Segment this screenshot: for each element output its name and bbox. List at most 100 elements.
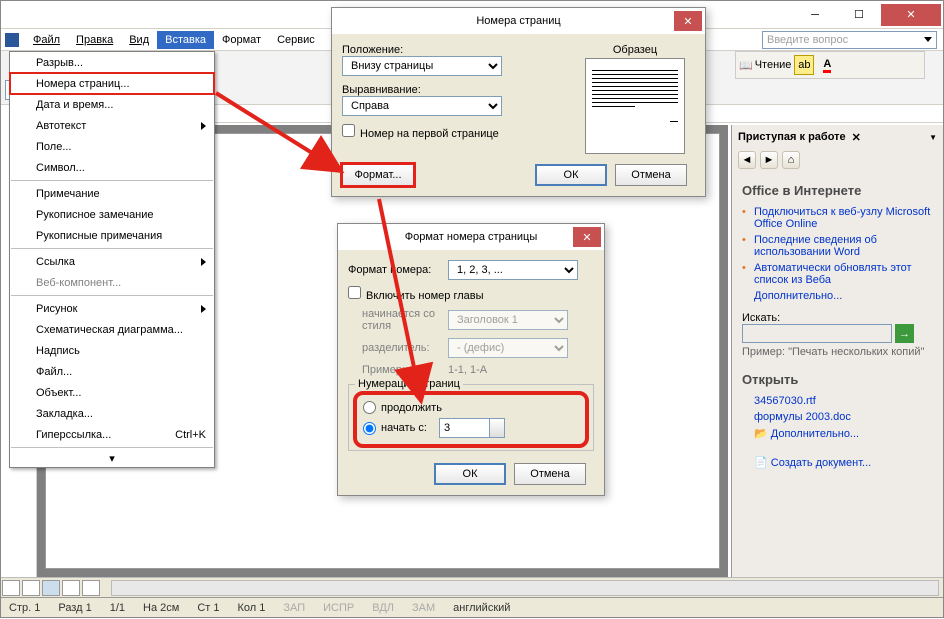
status-line: Ст 1 bbox=[197, 602, 219, 614]
startstyle-label: начинается со стиля bbox=[348, 308, 448, 332]
dialog2-title: Формат номера страницы✕ bbox=[338, 224, 604, 250]
task-pane: Приступая к работе✕ ◄ ► ⌂ Office в Интер… bbox=[731, 125, 943, 577]
tp-office-heading: Office в Интернете bbox=[742, 183, 933, 198]
menu-file[interactable]: Файл... bbox=[10, 361, 214, 382]
sample-label: Образец bbox=[575, 44, 695, 56]
first-page-checkbox[interactable] bbox=[342, 124, 355, 137]
status-ext: ВДЛ bbox=[372, 602, 394, 614]
menu-reference[interactable]: Ссылка bbox=[10, 251, 214, 272]
status-pages: 1/1 bbox=[110, 602, 125, 614]
separator-select: - (дефис) bbox=[448, 338, 568, 358]
position-select[interactable]: Внизу страницы bbox=[342, 56, 502, 76]
menu-field[interactable]: Поле... bbox=[10, 136, 214, 157]
menu-hyperlink[interactable]: Гиперссылка...Ctrl+K bbox=[10, 424, 214, 445]
tp-link-autoupdate[interactable]: Автоматически обновлять этот список из В… bbox=[742, 260, 933, 288]
status-col: Кол 1 bbox=[237, 602, 265, 614]
menu-bookmark[interactable]: Закладка... bbox=[10, 403, 214, 424]
dialog1-close[interactable]: ✕ bbox=[674, 11, 702, 31]
startfrom-radio[interactable] bbox=[363, 422, 376, 435]
menu-symbol[interactable]: Символ... bbox=[10, 157, 214, 178]
alignment-select[interactable]: Справа bbox=[342, 96, 502, 116]
help-search[interactable]: Введите вопрос bbox=[762, 31, 937, 49]
menu-file[interactable]: Файл bbox=[25, 31, 68, 49]
task-pane-close-icon[interactable]: ✕ bbox=[852, 131, 861, 144]
menu-caption[interactable]: Надпись bbox=[10, 340, 214, 361]
dialog2-cancel[interactable]: Отмена bbox=[514, 463, 586, 485]
position-label: Положение: bbox=[342, 44, 575, 56]
status-section: Разд 1 bbox=[58, 602, 91, 614]
menu-insert[interactable]: Вставка bbox=[157, 31, 214, 49]
highlight-icon[interactable]: ab bbox=[794, 55, 814, 75]
tp-link-connect[interactable]: Подключиться к веб-узлу Microsoft Office… bbox=[742, 204, 933, 232]
dialog1-ok[interactable]: ОК bbox=[535, 164, 607, 186]
view-reading[interactable] bbox=[82, 580, 100, 596]
tp-search-input[interactable] bbox=[742, 324, 892, 343]
menu-webcomponent[interactable]: Веб-компонент... bbox=[10, 272, 214, 293]
menu-note[interactable]: Примечание bbox=[10, 183, 214, 204]
continue-radio[interactable] bbox=[363, 401, 376, 414]
menu-edit[interactable]: Правка bbox=[68, 31, 121, 49]
window-maximize[interactable]: ☐ bbox=[837, 4, 881, 26]
view-print[interactable] bbox=[42, 580, 60, 596]
tp-fwd[interactable]: ► bbox=[760, 151, 778, 169]
task-pane-header[interactable]: Приступая к работе✕ bbox=[732, 125, 943, 149]
menu-handwritten[interactable]: Рукописное замечание bbox=[10, 204, 214, 225]
tp-file-1[interactable]: 34567030.rtf bbox=[742, 393, 933, 409]
font-color-icon[interactable]: A bbox=[817, 55, 837, 75]
menu-handnotes[interactable]: Рукописные примечания bbox=[10, 225, 214, 246]
numeration-label: Нумерация страниц bbox=[355, 378, 463, 390]
continue-label: продолжить bbox=[381, 402, 442, 414]
view-normal[interactable] bbox=[2, 580, 20, 596]
dialog1-cancel[interactable]: Отмена bbox=[615, 164, 687, 186]
reading-toolbar: 📖Чтение ab A bbox=[735, 51, 925, 79]
dialog2-ok[interactable]: ОК bbox=[434, 463, 506, 485]
numeration-group: Нумерация страниц продолжить начать с: 3 bbox=[348, 384, 594, 451]
window-minimize[interactable]: ─ bbox=[793, 4, 837, 26]
menu-page-numbers[interactable]: Номера страниц... bbox=[10, 73, 214, 94]
first-page-label: Номер на первой странице bbox=[360, 128, 499, 140]
tp-search-label: Искать: bbox=[742, 312, 933, 324]
dialog1-title: Номера страниц✕ bbox=[332, 8, 705, 34]
status-page: Стр. 1 bbox=[9, 602, 40, 614]
tp-open-heading: Открыть bbox=[742, 372, 933, 387]
menu-picture[interactable]: Рисунок bbox=[10, 298, 214, 319]
view-outline[interactable] bbox=[62, 580, 80, 596]
tp-create-document[interactable]: 📄 Создать документ... bbox=[742, 454, 933, 471]
numfmt-select[interactable]: 1, 2, 3, ... bbox=[448, 260, 578, 280]
view-web[interactable] bbox=[22, 580, 40, 596]
numfmt-label: Формат номера: bbox=[348, 264, 448, 276]
dialog2-close[interactable]: ✕ bbox=[573, 227, 601, 247]
tp-open-more[interactable]: 📂 Дополнительно... bbox=[742, 425, 933, 442]
page-numbers-dialog: Номера страниц✕ Положение: Внизу страниц… bbox=[331, 7, 706, 197]
tp-link-news[interactable]: Последние сведения об использовании Word bbox=[742, 232, 933, 260]
tp-search-go[interactable]: → bbox=[895, 324, 914, 343]
startfrom-spinner[interactable]: 3 bbox=[439, 418, 505, 438]
status-rec: ЗАП bbox=[283, 602, 305, 614]
startfrom-label: начать с: bbox=[381, 422, 427, 434]
format-button[interactable]: Формат... bbox=[342, 164, 414, 186]
menu-service[interactable]: Сервис bbox=[269, 31, 323, 49]
menu-view[interactable]: Вид bbox=[121, 31, 157, 49]
horizontal-scrollbar[interactable] bbox=[111, 580, 939, 596]
tp-back[interactable]: ◄ bbox=[738, 151, 756, 169]
status-lang[interactable]: английский bbox=[453, 602, 510, 614]
tp-file-2[interactable]: формулы 2003.doc bbox=[742, 409, 933, 425]
status-bar: Стр. 1 Разд 1 1/1 На 2см Ст 1 Кол 1 ЗАП … bbox=[1, 597, 943, 617]
insert-menu: Разрыв... Номера страниц... Дата и время… bbox=[9, 51, 215, 468]
menu-autotext[interactable]: Автотекст bbox=[10, 115, 214, 136]
alignment-label: Выравнивание: bbox=[342, 84, 575, 96]
number-format-dialog: Формат номера страницы✕ Формат номера:1,… bbox=[337, 223, 605, 496]
menu-break[interactable]: Разрыв... bbox=[10, 52, 214, 73]
chapter-checkbox[interactable] bbox=[348, 286, 361, 299]
menu-object[interactable]: Объект... bbox=[10, 382, 214, 403]
tp-home[interactable]: ⌂ bbox=[782, 151, 800, 169]
window-close[interactable]: ✕ bbox=[881, 4, 941, 26]
menu-format[interactable]: Формат bbox=[214, 31, 269, 49]
app-icon bbox=[5, 33, 19, 47]
status-rev: ИСПР bbox=[323, 602, 354, 614]
reading-label[interactable]: Чтение bbox=[755, 59, 792, 71]
menu-datetime[interactable]: Дата и время... bbox=[10, 94, 214, 115]
menu-diagram[interactable]: Схематическая диаграмма... bbox=[10, 319, 214, 340]
tp-link-more[interactable]: Дополнительно... bbox=[742, 288, 933, 304]
example-value: 1-1, 1-А bbox=[448, 364, 487, 376]
